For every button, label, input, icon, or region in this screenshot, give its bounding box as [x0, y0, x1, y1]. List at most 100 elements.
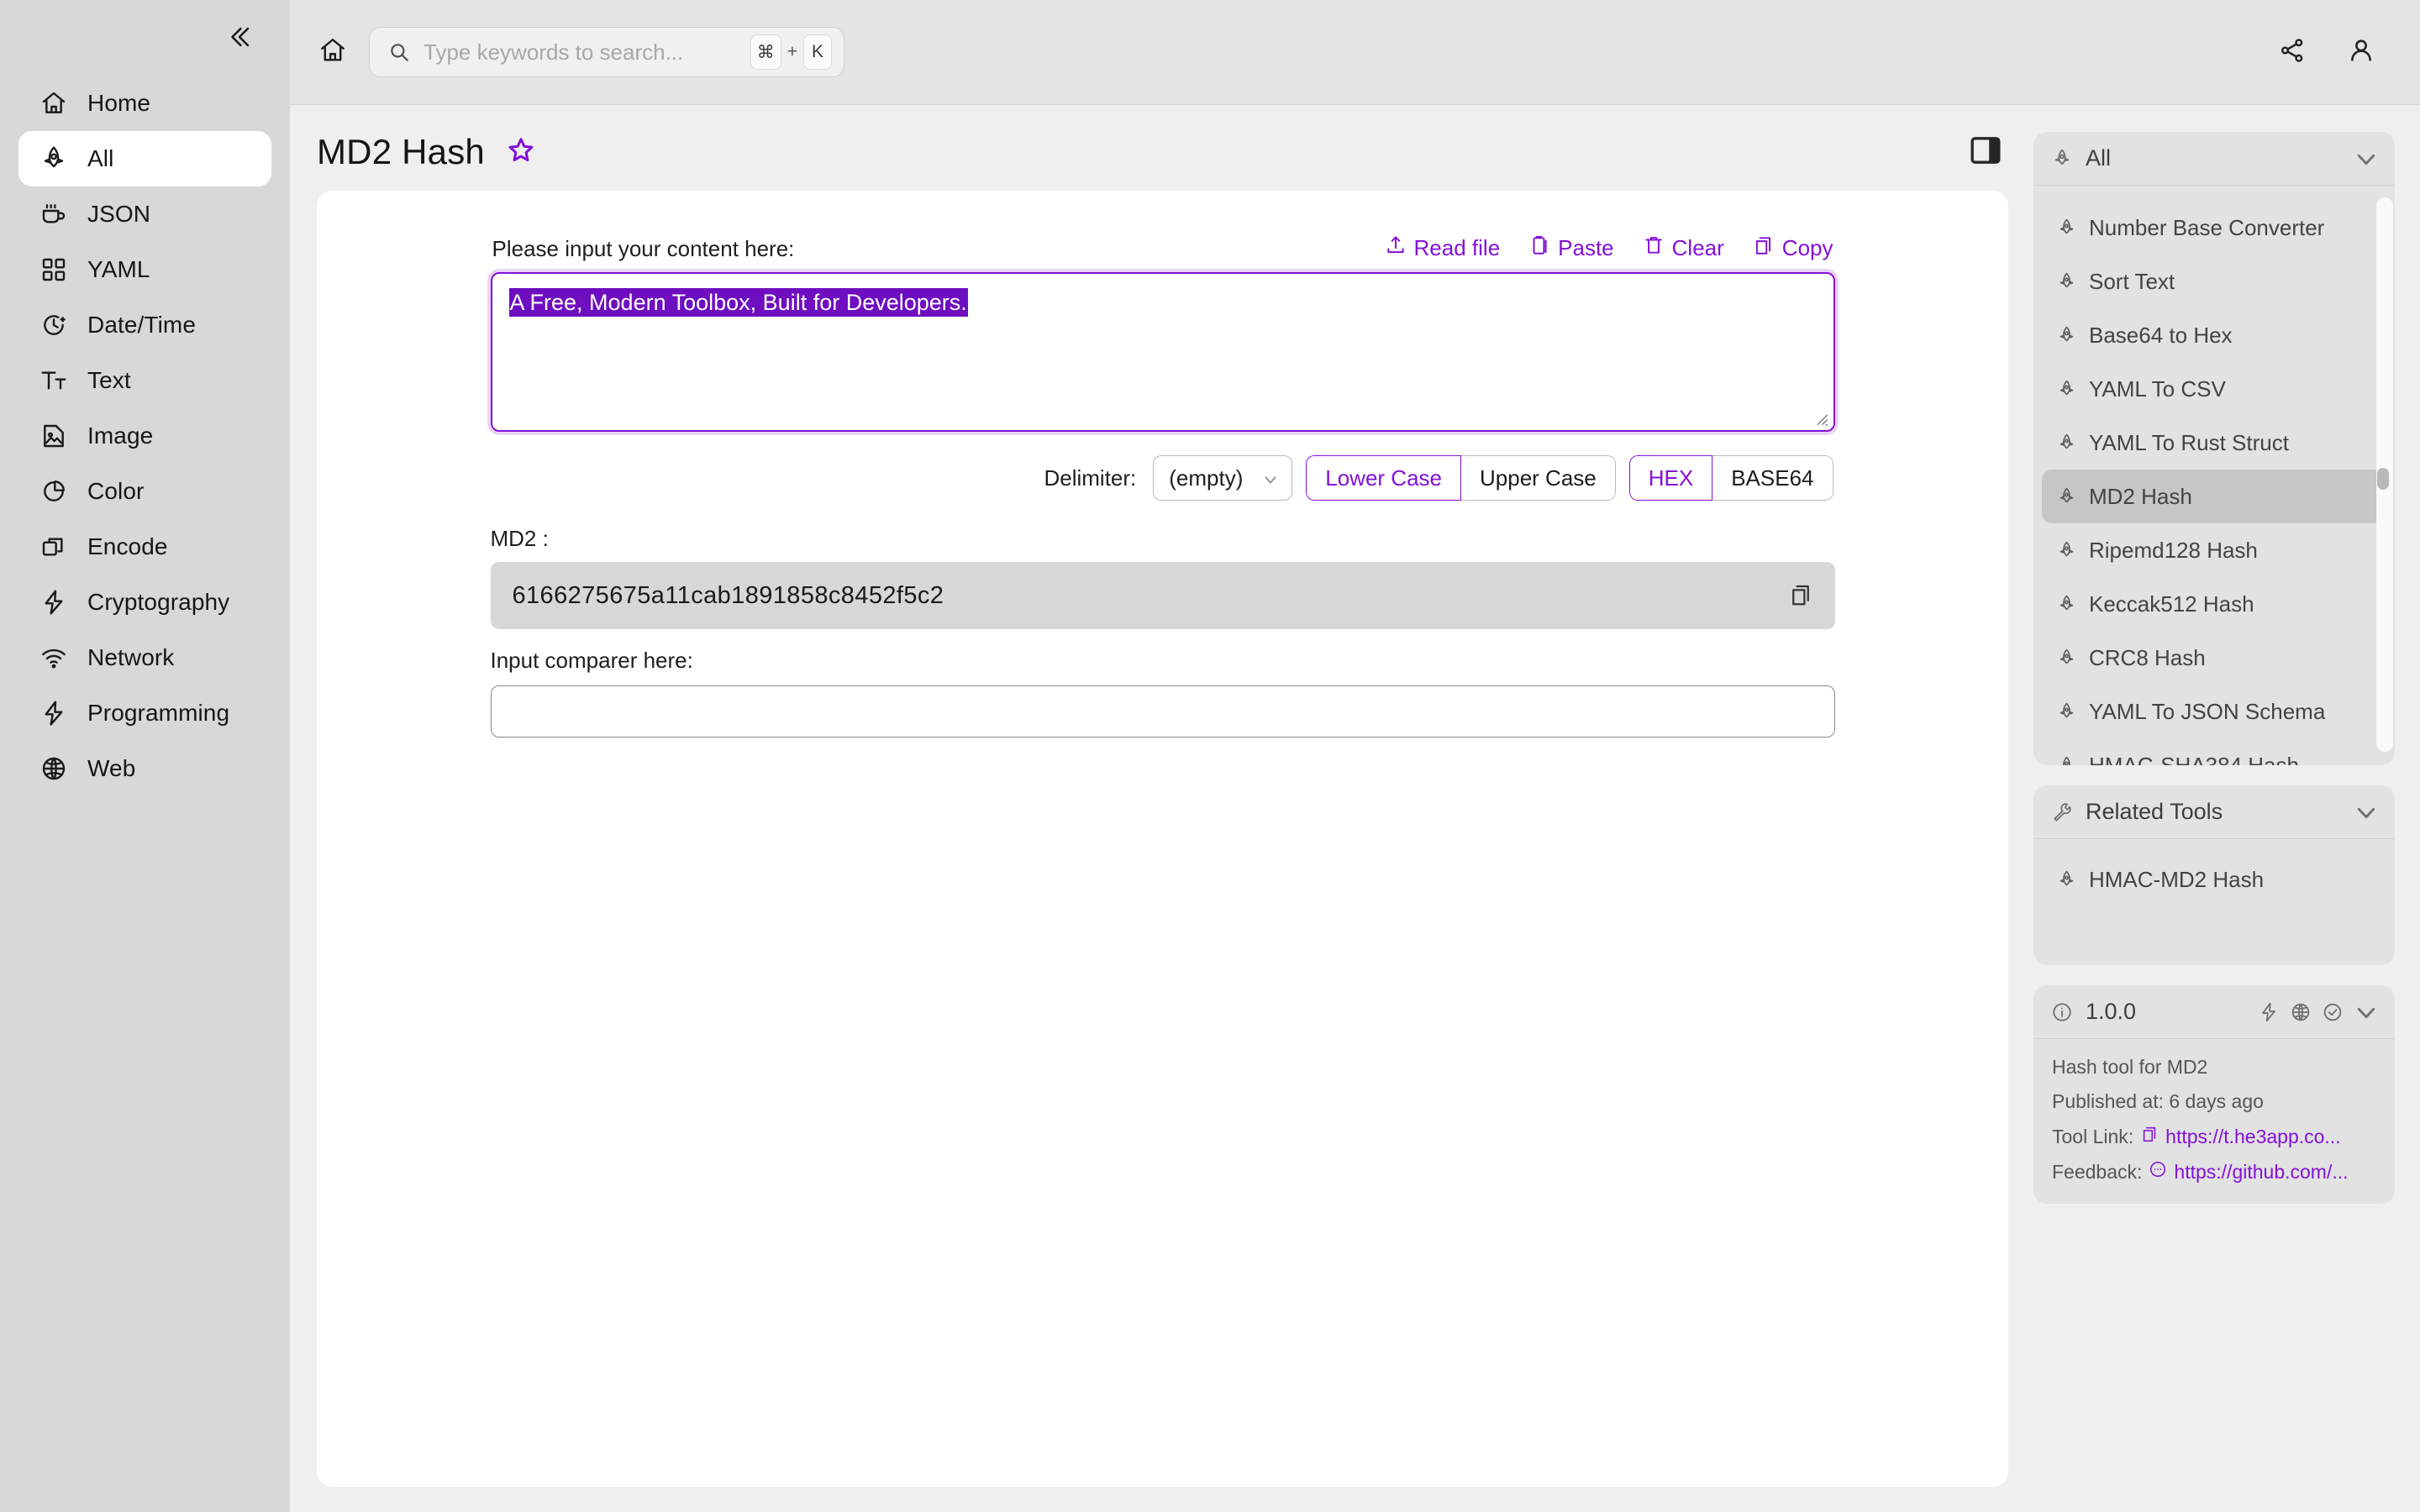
lower-case-button[interactable]: Lower Case: [1306, 455, 1461, 501]
result-label: MD2 :: [490, 526, 549, 551]
sidebar-item-text[interactable]: Text: [18, 353, 271, 408]
version-panel-header[interactable]: 1.0.0: [2033, 985, 2395, 1039]
favorite-button[interactable]: [503, 134, 539, 170]
sidebar-item-yaml[interactable]: YAML: [18, 242, 271, 297]
input-text-value: A Free, Modern Toolbox, Built for Develo…: [508, 288, 968, 317]
copy-icon: [1788, 585, 1813, 611]
list-item[interactable]: HMAC-MD2 Hash: [2042, 853, 2386, 906]
sidebar-item-programming[interactable]: Programming: [18, 685, 271, 741]
sidebar-item-network[interactable]: Network: [18, 630, 271, 685]
feedback-link[interactable]: https://github.com/...: [2149, 1160, 2349, 1184]
sidebar-item-label: Text: [87, 367, 131, 393]
home-icon: [39, 88, 69, 118]
grid-icon: [39, 255, 69, 285]
sidebar-item-label: Encode: [87, 533, 168, 559]
sidebar-item-label: Image: [87, 423, 154, 449]
rocket-icon: [2055, 539, 2077, 561]
sidebar-item-label: Color: [87, 478, 145, 504]
comparer-input[interactable]: [490, 685, 1835, 738]
kbd-command: ⌘: [750, 34, 781, 70]
bolt-icon[interactable]: [2257, 1000, 2281, 1024]
sidebar-item-cryptography[interactable]: Cryptography: [18, 575, 271, 630]
list-item[interactable]: Base64 to Hex: [2042, 308, 2386, 362]
all-tools-panel: All Number Base Converter Sort Text Base…: [2033, 132, 2395, 765]
list-item[interactable]: Sort Text: [2042, 255, 2386, 308]
copy-input-button[interactable]: Copy: [1753, 234, 1833, 262]
sidebar-item-label: JSON: [87, 201, 151, 227]
delimiter-select[interactable]: (empty): [1153, 455, 1293, 501]
check-circle-icon[interactable]: [2321, 1000, 2344, 1024]
case-toggle-group: Lower Case Upper Case: [1306, 455, 1616, 501]
hex-button[interactable]: HEX: [1628, 455, 1713, 501]
account-button[interactable]: [2343, 34, 2380, 71]
search-input[interactable]: [424, 39, 750, 66]
input-textarea[interactable]: A Free, Modern Toolbox, Built for Develo…: [490, 272, 1835, 432]
upper-case-button[interactable]: Upper Case: [1461, 455, 1616, 501]
kbd-k: K: [803, 34, 832, 70]
home-button[interactable]: [307, 26, 359, 78]
sidebar-item-home[interactable]: Home: [18, 76, 271, 131]
list-item-md2-hash[interactable]: MD2 Hash: [2042, 470, 2386, 523]
top-bar: ⌘ + K: [290, 0, 2420, 105]
published-at: Published at: 6 days ago: [2052, 1090, 2264, 1112]
globe-icon[interactable]: [2289, 1000, 2312, 1024]
related-tools-panel-header[interactable]: Related Tools: [2033, 785, 2395, 839]
feedback-row: Feedback: https://github.com/...: [2052, 1160, 2376, 1184]
all-tools-panel-header[interactable]: All: [2033, 132, 2395, 186]
textarea-resize-handle[interactable]: [1812, 409, 1830, 428]
list-item[interactable]: HMAC-SHA384 Hash: [2042, 738, 2386, 765]
rocket-icon: [2055, 324, 2077, 346]
delimiter-value: (empty): [1169, 465, 1244, 491]
rocket-icon: [2050, 147, 2074, 171]
list-item[interactable]: YAML To JSON Schema: [2042, 685, 2386, 738]
read-file-button[interactable]: Read file: [1385, 234, 1500, 262]
clipboard-icon: [1528, 234, 1550, 262]
sidebar-item-datetime[interactable]: Date/Time: [18, 297, 271, 353]
page-header: MD2 Hash: [290, 105, 2033, 191]
rocket-icon: [2055, 647, 2077, 669]
sidebar-item-encode[interactable]: Encode: [18, 519, 271, 575]
tool-link[interactable]: https://t.he3app.co...: [2140, 1125, 2341, 1148]
comparer-label: Input comparer here:: [490, 648, 693, 673]
search-shortcut: ⌘ + K: [750, 34, 832, 70]
list-item[interactable]: YAML To CSV: [2042, 362, 2386, 416]
feedback-label: Feedback:: [2052, 1160, 2143, 1183]
share-button[interactable]: [2274, 34, 2311, 71]
topbar-actions: [2274, 34, 2395, 71]
copy-result-button[interactable]: [1788, 582, 1815, 609]
sidebar-item-web[interactable]: Web: [18, 741, 271, 796]
sidebar-collapse-button[interactable]: [214, 18, 265, 59]
rocket-icon: [39, 144, 69, 174]
tool-inner: Please input your content here: Read fil…: [490, 221, 1835, 738]
list-item-label: CRC8 Hash: [2089, 644, 2206, 670]
tool-card: Please input your content here: Read fil…: [317, 191, 2008, 1487]
copy-label: Copy: [1781, 235, 1833, 260]
sidebar-item-all[interactable]: All: [18, 131, 271, 186]
coffee-icon: [39, 199, 69, 229]
list-item-label: Sort Text: [2089, 268, 2175, 294]
right-panel-toggle-button[interactable]: [1966, 133, 2005, 171]
bolt-icon: [39, 698, 69, 728]
chevron-down-icon[interactable]: [2353, 999, 2380, 1026]
paste-button[interactable]: Paste: [1528, 234, 1614, 262]
list-item[interactable]: Keccak512 Hash: [2042, 577, 2386, 631]
search-box[interactable]: ⌘ + K: [369, 27, 844, 77]
list-scrollbar-track[interactable]: [2376, 197, 2393, 752]
sidebar-item-image[interactable]: Image: [18, 408, 271, 464]
result-box: 6166275675a11cab1891858c8452f5c2: [490, 562, 1835, 629]
copy-icon: [2140, 1125, 2159, 1148]
chevron-down-icon[interactable]: [2353, 145, 2380, 172]
base64-button[interactable]: BASE64: [1712, 455, 1833, 501]
upload-icon: [1385, 234, 1407, 262]
list-item-label: HMAC-SHA384 Hash: [2089, 752, 2299, 766]
sidebar-item-json[interactable]: JSON: [18, 186, 271, 242]
list-item[interactable]: Ripemd128 Hash: [2042, 523, 2386, 577]
list-item[interactable]: CRC8 Hash: [2042, 631, 2386, 685]
list-item[interactable]: Number Base Converter: [2042, 201, 2386, 255]
chevron-down-icon[interactable]: [2353, 799, 2380, 826]
list-item[interactable]: YAML To Rust Struct: [2042, 416, 2386, 470]
list-scrollbar-thumb[interactable]: [2377, 468, 2389, 490]
sidebar-item-color[interactable]: Color: [18, 464, 271, 519]
result-value: 6166275675a11cab1891858c8452f5c2: [512, 581, 944, 609]
clear-button[interactable]: Clear: [1643, 234, 1724, 262]
